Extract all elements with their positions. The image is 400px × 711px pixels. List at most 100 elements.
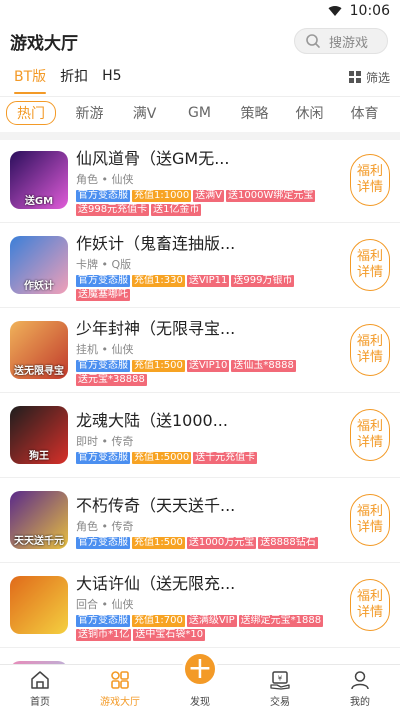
game-name[interactable]: 少年封神（无限寻宝... <box>76 315 344 339</box>
game-tag: 官方变态服 <box>76 359 130 372</box>
game-info: 作妖计（鬼畜连抽版... 卡牌 • Q版 官方变态服 充值1:330 送VIP11 送99… <box>76 230 344 301</box>
game-row[interactable]: 作妖计 作妖计（鬼畜连抽版... 卡牌 • Q版 官方变态服 充值1:330 送VIP11… <box>0 223 400 308</box>
subtab-full-vip[interactable]: 满V <box>117 103 172 123</box>
welfare-details-button[interactable]: 福利详情 <box>350 154 390 206</box>
nav-mine-label: 我的 <box>350 697 370 708</box>
game-name[interactable]: 不朽传奇（天天送千... <box>76 492 344 516</box>
game-row[interactable]: 送GM 仙风道骨（送GM无... 角色 • 仙侠 官方变态服 充值1:1000 送满V 送1… <box>0 138 400 223</box>
game-meta: 即时 • 传奇 <box>76 434 134 448</box>
game-row[interactable]: 天天送千元 不朽传奇（天天送千... 角色 • 传奇官方变态服 充值1:500 送100… <box>0 478 400 563</box>
game-tag: 送1亿金币 <box>151 203 202 216</box>
nav-home[interactable]: 首页 <box>0 665 80 711</box>
nav-discover[interactable]: + 发现 <box>160 651 240 711</box>
subtab-strategy[interactable]: 策略 <box>227 103 282 123</box>
nav-trade[interactable]: ¥ 交易 <box>240 665 320 711</box>
game-meta: 挂机 • 仙侠 <box>76 342 134 356</box>
search-box[interactable]: 搜游戏 <box>294 28 388 54</box>
game-tag: 送1000万元宝 <box>186 536 257 549</box>
game-info: 仙风道骨（送GM无... 角色 • 仙侠 官方变态服 充值1:1000 送满V 送1000… <box>76 145 344 216</box>
subtab-hot[interactable]: 热门 <box>6 100 56 125</box>
game-tag: 送满V <box>193 189 225 202</box>
tab-bt[interactable]: BT版 <box>14 66 47 94</box>
sub-tabs: 热门 新游 满V GM 策略 休闲 体育 <box>0 96 400 128</box>
game-name[interactable]: 龙魂大陆（送1000... <box>76 407 344 431</box>
game-tag: 送满级VIP <box>186 614 237 627</box>
game-tag: 官方变态服 <box>76 614 130 627</box>
game-icon[interactable] <box>10 576 68 634</box>
game-icon-caption: 送无限寻宝 <box>14 366 64 377</box>
subtab-new[interactable]: 新游 <box>62 103 117 123</box>
game-info: 大话许仙（送无限充... 回合 • 仙侠 官方变态服 充值1:700 送满级VIP 送绑定… <box>76 570 344 641</box>
trade-icon: ¥ <box>270 671 290 690</box>
game-tag: 送1000W绑定元宝 <box>226 189 316 202</box>
game-tag: 充值1:500 <box>132 359 185 372</box>
nav-mine[interactable]: 我的 <box>320 665 400 711</box>
game-tag: 官方变态服 <box>76 274 130 287</box>
game-info: 龙魂大陆（送1000... 即时 • 传奇 官方变态服 充值1:5000 送千元充值卡 <box>76 407 344 464</box>
game-tags: 官方变态服 充值1:330 送VIP11 送999万银币 送魔塞哪吒 <box>76 274 338 301</box>
game-tag: 充值1:700 <box>132 614 185 627</box>
game-icon-caption: 天天送千元 <box>14 536 64 547</box>
game-icon[interactable]: 送GM <box>10 151 68 209</box>
subtab-casual[interactable]: 休闲 <box>282 103 337 123</box>
search-placeholder: 搜游戏 <box>329 35 369 51</box>
game-meta: 角色 • 仙侠 <box>76 172 134 186</box>
filter-grid-icon <box>348 71 361 83</box>
game-icon[interactable]: 天天送千元 <box>10 491 68 549</box>
game-name[interactable]: 大话许仙（送无限充... <box>76 570 344 594</box>
welfare-details-button[interactable]: 福利详情 <box>350 239 390 291</box>
game-list: 送GM 仙风道骨（送GM无... 角色 • 仙侠 官方变态服 充值1:1000 送满V 送1… <box>0 138 400 664</box>
status-time: 10:06 <box>349 3 390 19</box>
game-tag: 送千元充值卡 <box>193 451 258 464</box>
game-tag: 送998元充值卡 <box>76 203 150 216</box>
home-icon <box>31 671 49 689</box>
game-name[interactable]: 作妖计（鬼畜连抽版... <box>76 230 344 254</box>
nav-trade-label: 交易 <box>270 697 290 708</box>
status-bar: 10:06 <box>0 0 400 22</box>
game-tag: 充值1:5000 <box>132 451 192 464</box>
game-tags: 官方变态服 充值1:500 送1000万元宝 送8888钻石 <box>76 536 338 549</box>
nav-home-label: 首页 <box>30 697 50 708</box>
page-title: 游戏大厅 <box>10 33 78 54</box>
game-row[interactable]: 送无限寻宝 少年封神（无限寻宝... 挂机 • 仙侠 官方变态服 充值1:500 送VIP… <box>0 308 400 393</box>
game-tags: 官方变态服 充值1:1000 送满V 送1000W绑定元宝 送998元充值卡 送1亿金币 <box>76 189 338 216</box>
plus-icon[interactable]: + <box>182 651 218 687</box>
nav-game-hall[interactable]: 游戏大厅 <box>80 665 160 711</box>
game-info: 少年封神（无限寻宝... 挂机 • 仙侠 官方变态服 充值1:500 送VIP10 送仙玉… <box>76 315 344 386</box>
tab-discount[interactable]: 折扣 <box>60 66 88 88</box>
bottom-nav: 首页 游戏大厅 + 发现 ¥ 交易 我的 <box>0 651 400 711</box>
game-icon-caption: 作妖计 <box>24 281 54 292</box>
welfare-details-button[interactable]: 福利详情 <box>350 324 390 376</box>
game-tag: 送中宝石袋*10 <box>133 628 206 641</box>
game-name[interactable]: 仙风道骨（送GM无... <box>76 145 344 169</box>
welfare-details-button[interactable]: 福利详情 <box>350 409 390 461</box>
game-icon[interactable]: 作妖计 <box>10 236 68 294</box>
game-tag: 送魔塞哪吒 <box>76 288 130 301</box>
game-meta: 角色 • 传奇 <box>76 519 134 533</box>
game-tag: 送仙玉*8888 <box>231 359 296 372</box>
game-info: 不朽传奇（天天送千... 角色 • 传奇官方变态服 充值1:500 送1000万元宝送… <box>76 492 344 549</box>
game-icon-caption: 狗王 <box>29 451 49 462</box>
game-icon[interactable]: 狗王 <box>10 406 68 464</box>
game-tag: 官方变态服 <box>76 189 130 202</box>
filter-button[interactable]: 筛选 <box>348 69 390 86</box>
game-icon[interactable]: 送无限寻宝 <box>10 321 68 379</box>
search-icon <box>306 34 320 48</box>
game-row[interactable]: 大话许仙（送无限充... 回合 • 仙侠 官方变态服 充值1:700 送满级VIP 送绑定… <box>0 563 400 648</box>
game-tag: 送8888钻石 <box>258 536 318 549</box>
category-tabs: BT版 折扣 H5 筛选 <box>0 60 400 94</box>
game-tag: 送VIP10 <box>186 359 230 372</box>
game-tags: 官方变态服 充值1:5000 送千元充值卡 <box>76 451 338 464</box>
welfare-details-button[interactable]: 福利详情 <box>350 579 390 631</box>
game-tag: 官方变态服 <box>76 536 130 549</box>
wifi-icon <box>328 5 342 16</box>
welfare-details-button[interactable]: 福利详情 <box>350 494 390 546</box>
nav-discover-label: 发现 <box>190 697 210 708</box>
game-row[interactable]: 狗王 龙魂大陆（送1000... 即时 • 传奇 官方变态服 充值1:5000 送千元充值… <box>0 393 400 478</box>
game-tag: 送铜币*1亿 <box>76 628 132 641</box>
subtab-sports[interactable]: 体育 <box>337 103 392 123</box>
subtab-gm[interactable]: GM <box>172 105 227 121</box>
game-tag: 送元宝*38888 <box>76 373 147 386</box>
game-tag: 官方变态服 <box>76 451 130 464</box>
tab-h5[interactable]: H5 <box>102 68 121 86</box>
